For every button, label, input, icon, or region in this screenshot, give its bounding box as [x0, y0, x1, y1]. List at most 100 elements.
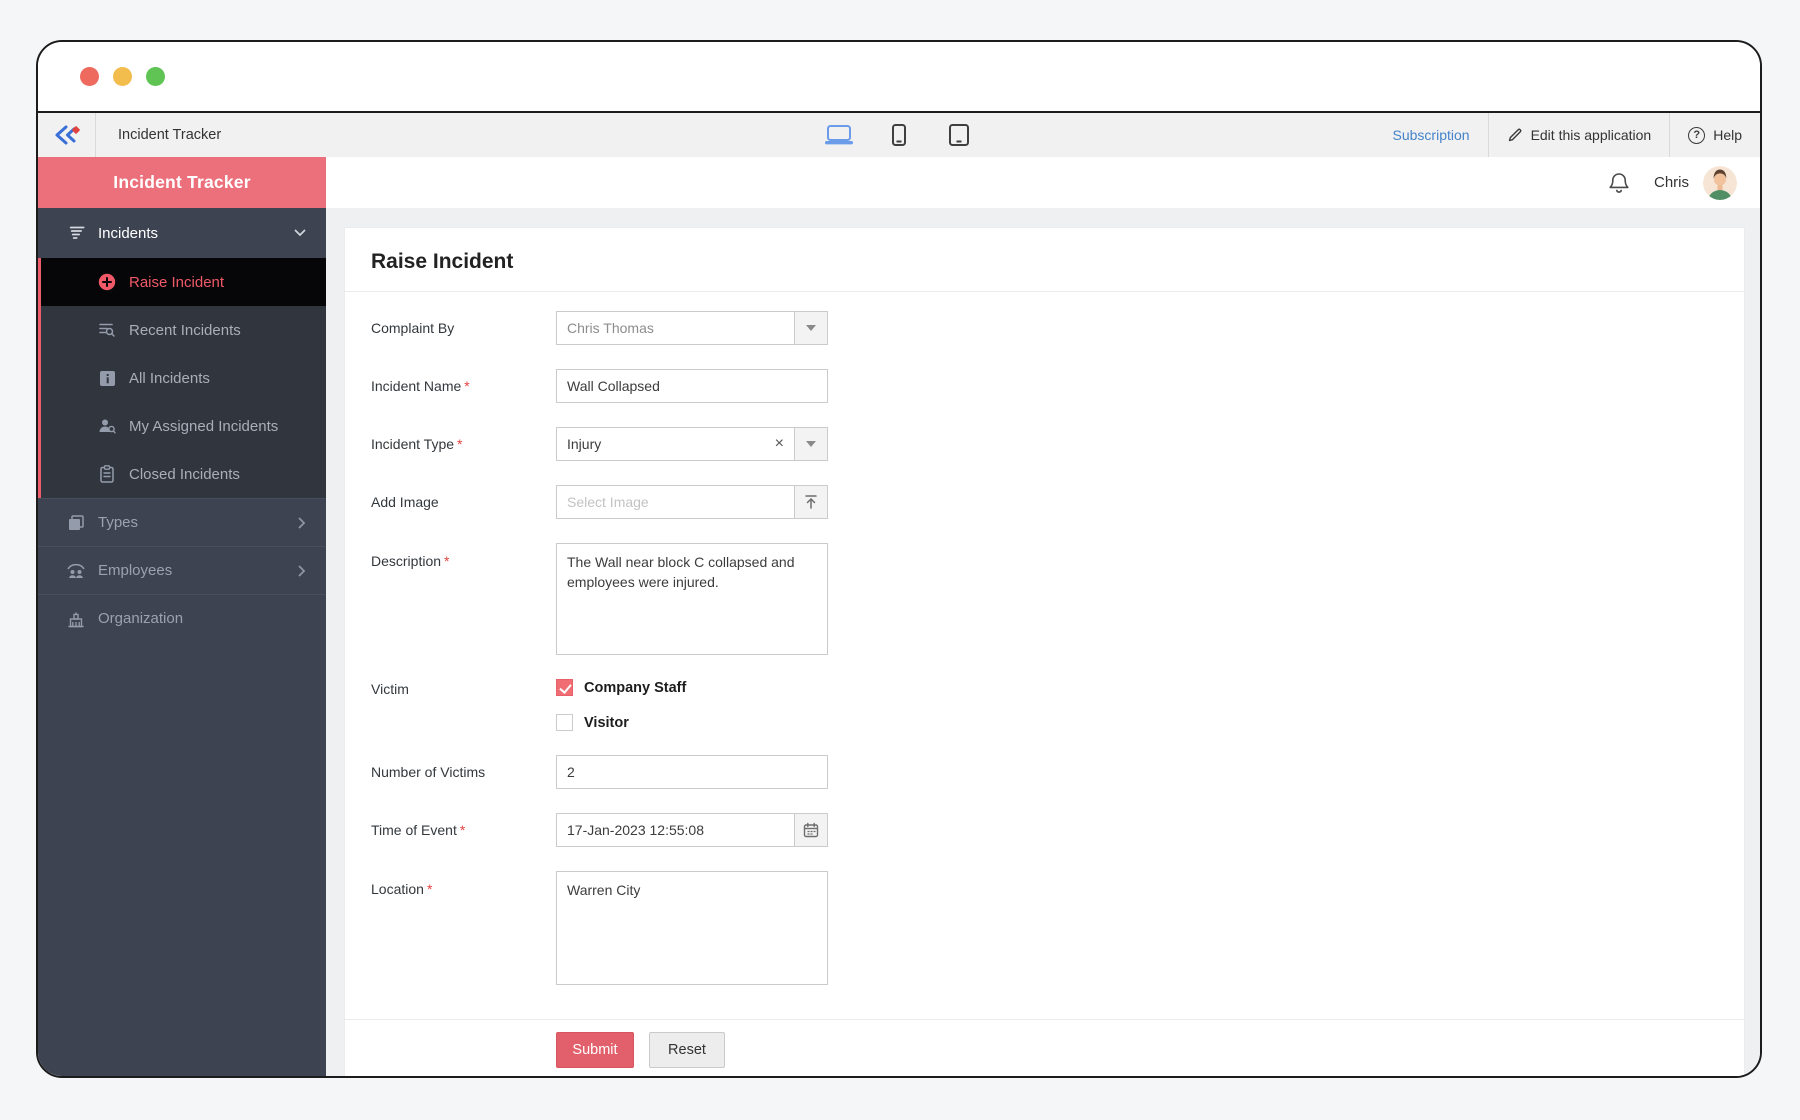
checkbox-checked-icon[interactable] — [556, 679, 573, 696]
victim-option-company-staff[interactable]: Company Staff — [556, 679, 686, 696]
minimize-window-button[interactable] — [113, 67, 132, 86]
creator-logo-cell[interactable] — [38, 113, 96, 157]
incident-type-dropdown-button[interactable] — [795, 427, 828, 461]
form-footer: Submit Reset — [345, 1019, 1744, 1076]
complaint-by-select[interactable] — [556, 311, 795, 345]
upload-image-button[interactable] — [795, 485, 828, 519]
time-of-event-label: Time of Event — [371, 822, 457, 838]
sidebar-item-raise-incident[interactable]: Raise Incident — [41, 258, 326, 306]
form-area: Complaint By I — [345, 292, 1744, 1019]
sidebar-item-types[interactable]: Types — [38, 498, 326, 546]
sidebar-empty-space — [38, 642, 326, 1076]
description-label: Description — [371, 553, 442, 569]
required-marker: * — [426, 881, 433, 897]
number-of-victims-input[interactable] — [556, 755, 828, 789]
caret-down-icon — [806, 441, 816, 447]
avatar[interactable] — [1703, 165, 1737, 200]
field-row-number-of-victims: Number of Victims — [371, 755, 1744, 789]
pencil-icon — [1507, 127, 1523, 143]
person-search-icon — [98, 417, 116, 435]
complaint-by-label: Complaint By — [371, 320, 455, 336]
incident-name-label: Incident Name — [371, 378, 462, 394]
page-title: Raise Incident — [371, 250, 514, 273]
stacked-squares-icon — [66, 513, 86, 533]
location-textarea[interactable]: Warren City — [556, 871, 828, 985]
help-icon — [1688, 126, 1706, 144]
required-marker: * — [444, 553, 450, 569]
field-row-incident-type: Incident Type * — [371, 427, 1744, 461]
plus-circle-icon — [98, 273, 116, 291]
location-label: Location — [371, 881, 424, 897]
calendar-picker-button[interactable] — [795, 813, 828, 847]
chevron-right-icon — [298, 565, 306, 577]
required-marker: * — [464, 378, 470, 394]
victim-label: Victim — [371, 681, 409, 697]
maximize-window-button[interactable] — [146, 67, 165, 86]
number-of-victims-label: Number of Victims — [371, 764, 486, 780]
content-area: Raise Incident Complaint By Chris Thomas… — [326, 208, 1760, 1076]
incident-name-input[interactable] — [556, 369, 828, 403]
caret-down-icon — [806, 325, 816, 331]
clipboard-icon — [98, 465, 116, 483]
sidebar-item-incidents[interactable]: Incidents — [38, 208, 326, 258]
description-textarea[interactable]: The Wall near block C collapsed and empl… — [556, 543, 828, 655]
add-image-label: Add Image — [371, 494, 439, 510]
chevron-down-icon — [294, 229, 306, 237]
notifications-bell-icon[interactable] — [1608, 171, 1630, 195]
creator-logo-icon — [54, 123, 80, 147]
toolbar-app-title: Incident Tracker — [118, 127, 222, 143]
victim-option-visitor[interactable]: Visitor — [556, 714, 686, 731]
edit-application-button[interactable]: Edit this application — [1487, 113, 1670, 157]
add-image-input[interactable] — [556, 485, 795, 519]
list-search-icon — [98, 321, 116, 339]
field-row-victim: Victim Company Staff Visitor — [371, 679, 1744, 749]
incidents-filter-icon — [66, 223, 86, 243]
sidebar-item-recent-incidents[interactable]: Recent Incidents — [41, 306, 326, 354]
chevron-right-icon — [298, 517, 306, 529]
complaint-by-dropdown-button[interactable] — [795, 311, 828, 345]
sidebar-item-my-assigned-incidents[interactable]: My Assigned Incidents — [41, 402, 326, 450]
help-button[interactable]: Help — [1669, 113, 1760, 157]
device-preview-switcher — [822, 113, 976, 157]
close-window-button[interactable] — [80, 67, 99, 86]
toolbar-right-actions: Subscription Edit this application Help — [1375, 113, 1760, 157]
submit-button[interactable]: Submit — [556, 1032, 634, 1068]
incidents-submenu: Raise Incident Recent Incidents All Inci… — [38, 258, 326, 498]
raise-incident-form-card: Raise Incident Complaint By Chris Thomas… — [344, 227, 1745, 1076]
required-marker: * — [459, 822, 466, 838]
user-name: Chris — [1653, 174, 1689, 191]
sidebar-item-organization[interactable]: Organization — [38, 594, 326, 642]
tablet-preview-icon[interactable] — [942, 113, 976, 157]
app-window: Incident Tracker Subscription Edit this … — [36, 40, 1762, 1078]
main-area: Chris Raise Incident Complaint By Chris … — [326, 157, 1760, 1076]
sidebar-app-title: Incident Tracker — [38, 157, 326, 208]
upload-icon — [803, 494, 819, 510]
field-row-description: Description * The Wall near block C colla… — [371, 543, 1744, 655]
checkbox-unchecked-icon[interactable] — [556, 714, 573, 731]
sidebar-item-all-incidents[interactable]: All Incidents — [41, 354, 326, 402]
field-row-location: Location * Warren City — [371, 871, 1744, 985]
field-row-time-of-event: Time of Event * — [371, 813, 1744, 847]
building-icon — [66, 609, 86, 629]
builder-toolbar: Incident Tracker Subscription Edit this … — [38, 111, 1760, 157]
time-of-event-input[interactable] — [556, 813, 795, 847]
field-row-complaint-by: Complaint By — [371, 311, 1744, 345]
info-square-icon — [98, 369, 116, 387]
laptop-preview-icon[interactable] — [822, 113, 856, 157]
clear-selection-icon[interactable] — [775, 427, 784, 461]
incident-type-select[interactable] — [556, 427, 795, 461]
sidebar-item-closed-incidents[interactable]: Closed Incidents — [41, 450, 326, 498]
incident-type-label: Incident Type — [371, 436, 455, 452]
field-row-add-image: Add Image — [371, 485, 1744, 519]
phone-preview-icon[interactable] — [882, 113, 916, 157]
calendar-icon — [803, 822, 819, 838]
traffic-lights — [80, 67, 165, 86]
sidebar: Incident Tracker Incidents Raise Inciden… — [38, 157, 326, 1076]
required-marker: * — [457, 436, 463, 452]
sidebar-item-employees[interactable]: Employees — [38, 546, 326, 594]
window-titlebar — [38, 42, 1760, 111]
subscription-link[interactable]: Subscription — [1375, 113, 1488, 157]
people-icon — [66, 561, 86, 581]
reset-button[interactable]: Reset — [649, 1032, 725, 1068]
field-row-incident-name: Incident Name * — [371, 369, 1744, 403]
